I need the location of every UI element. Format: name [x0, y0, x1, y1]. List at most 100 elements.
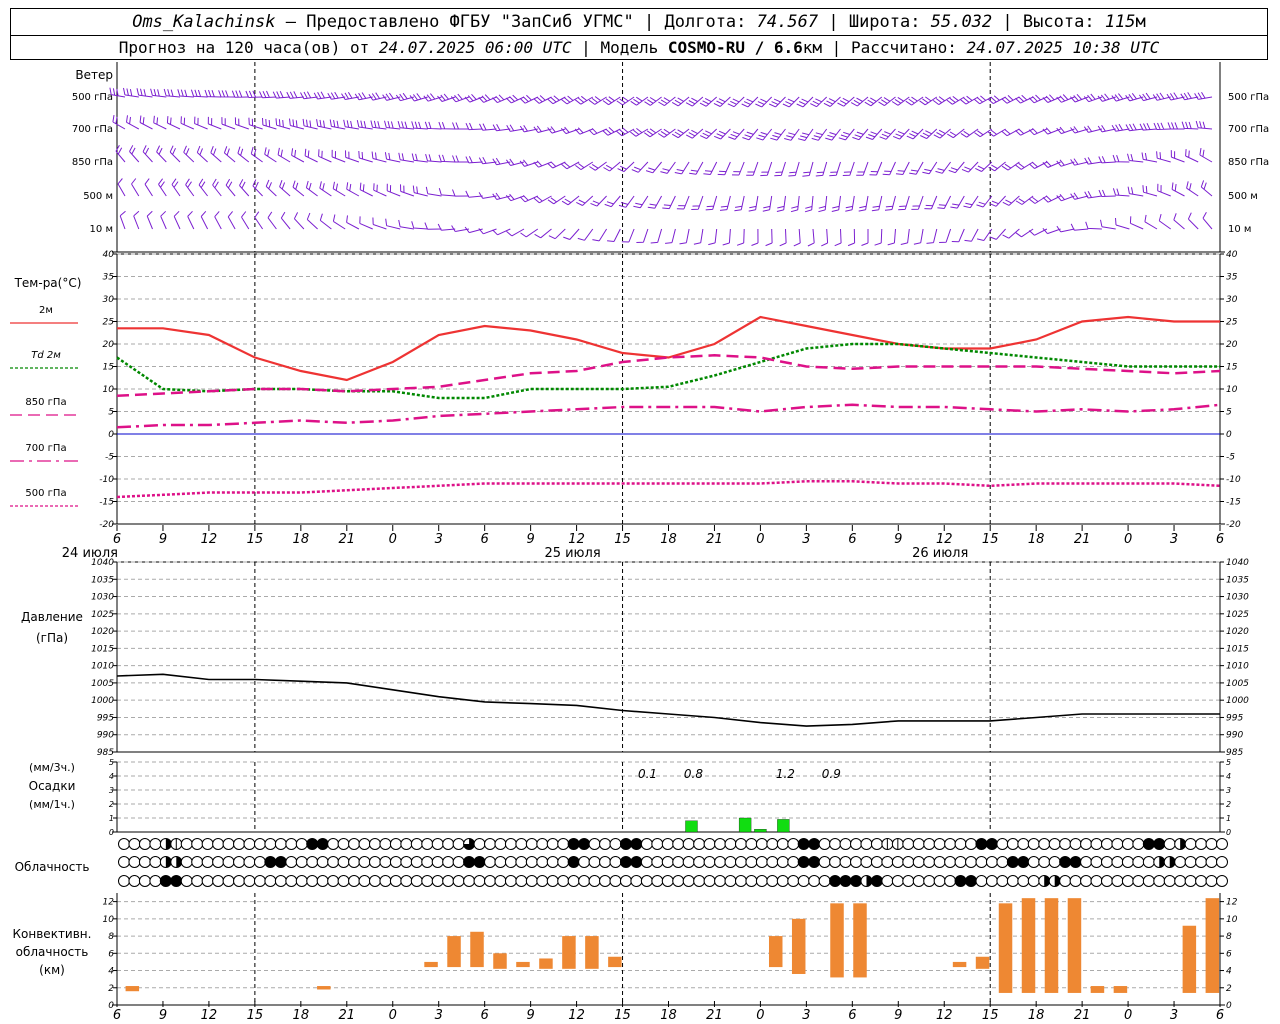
- wind-barb: [689, 161, 704, 175]
- cloud-symbol-fill: [808, 856, 820, 868]
- y-tick-label: 4: [1226, 772, 1231, 781]
- y-tick-label: 20: [103, 340, 115, 350]
- cloud-symbol: [400, 856, 413, 868]
- wind-barb: [731, 161, 745, 176]
- cloud-symbol: [902, 875, 915, 887]
- y-tick-label: 8: [108, 932, 114, 942]
- x-tick-label: 3: [802, 532, 810, 547]
- cloud-symbol: [1017, 875, 1030, 887]
- wind-barb: [947, 128, 965, 139]
- cloud-symbol: [379, 856, 392, 868]
- cloud-symbol: [431, 838, 444, 850]
- x-tick-label: 9: [159, 532, 167, 547]
- wind-barb: [727, 96, 745, 108]
- wind-barb: [1167, 122, 1185, 130]
- cloud-symbol: [1216, 875, 1228, 887]
- x-tick-label: 9: [159, 1008, 167, 1023]
- y-tick-label: 25: [103, 318, 115, 328]
- wind-barb: [563, 228, 580, 240]
- convective-bar: [1021, 898, 1036, 993]
- cloud-symbol: [818, 838, 831, 850]
- wind-barb: [319, 181, 332, 197]
- cloud-symbol: [599, 838, 612, 850]
- cloud-symbol: [787, 875, 800, 887]
- cloud-symbol: [682, 838, 695, 850]
- wind-barb: [1195, 120, 1213, 130]
- wind-barb: [657, 128, 676, 138]
- cloud-symbol: [714, 838, 727, 850]
- wind-barb: [166, 116, 181, 130]
- cloud-symbol: [337, 838, 350, 850]
- wind-barb: [398, 152, 414, 163]
- wind-barb: [662, 195, 676, 210]
- wind-barb: [976, 195, 993, 208]
- wind-barb: [1200, 180, 1213, 197]
- wind-barb: [1042, 227, 1061, 235]
- wind-barb: [603, 161, 621, 172]
- cloud-symbol: [442, 875, 455, 887]
- cloud-symbol: [546, 875, 559, 887]
- wind-barb: [346, 182, 360, 197]
- cloud-symbol: [212, 875, 225, 887]
- wind-barb: [989, 195, 1006, 207]
- wind-barb: [254, 211, 264, 230]
- wind-barb: [658, 96, 676, 107]
- cloud-symbol: [515, 838, 528, 850]
- wind-barb: [837, 96, 855, 107]
- wind-barb: [895, 161, 910, 175]
- cloud-symbol: [1142, 856, 1155, 868]
- cloud-symbol: [860, 838, 873, 850]
- wind-barb: [852, 128, 869, 141]
- wind-barb: [331, 149, 346, 163]
- cloud-symbol: [149, 875, 162, 887]
- cloud-symbol: [682, 856, 695, 868]
- wind-barb: [823, 96, 841, 107]
- cloud-symbol: [588, 856, 601, 868]
- wind-barb: [797, 128, 814, 141]
- wind-level-label: 500 гПа: [72, 92, 113, 103]
- y-tick-label: 15: [103, 363, 115, 373]
- cloud-symbol: [473, 875, 486, 887]
- cloud-symbol: [755, 856, 768, 868]
- wind-barb: [906, 128, 924, 140]
- cloud-symbol: [379, 838, 392, 850]
- x-tick-label: 18: [660, 532, 677, 547]
- cloud-symbol: [944, 875, 957, 887]
- cloud-symbol: [452, 856, 465, 868]
- wind-barb: [237, 146, 250, 163]
- wind-barb: [782, 96, 800, 108]
- wind-barb: [650, 228, 663, 244]
- wind-barb: [871, 195, 883, 212]
- wind-barb: [788, 161, 800, 177]
- wind-barb: [856, 161, 869, 176]
- wind-barb: [882, 161, 896, 176]
- wind-barb: [1199, 148, 1213, 163]
- convective-bar: [768, 936, 783, 968]
- y-tick-label: 5: [1226, 408, 1232, 418]
- wind-barb: [370, 120, 387, 130]
- wind-barb: [964, 228, 979, 242]
- y-tick-label: 30: [103, 295, 115, 305]
- cloud-symbol: [1006, 838, 1019, 850]
- cloud-symbol: [661, 838, 674, 850]
- wind-barb: [279, 180, 291, 197]
- precip-total-label: 0.9: [822, 767, 841, 781]
- wind-barb: [865, 128, 883, 140]
- y-tick-label: 40: [103, 250, 115, 260]
- cloud-symbol: [525, 856, 538, 868]
- cloud-symbol: [745, 838, 758, 850]
- y-tick-label: 985: [1226, 748, 1243, 758]
- cloud-symbol-fill: [568, 838, 580, 850]
- wind-barb: [989, 228, 1006, 240]
- wind-level-label: 500 гПа: [1228, 92, 1269, 103]
- cloud-symbol-fill: [578, 838, 590, 850]
- cloud-symbol: [463, 875, 476, 887]
- x-tick-label: 6: [1216, 1008, 1224, 1023]
- cloud-symbol: [180, 875, 193, 887]
- cloud-symbol-fill: [160, 875, 172, 887]
- wind-barb: [520, 228, 539, 238]
- wind-barb: [198, 178, 208, 197]
- wind-barb: [779, 228, 787, 247]
- convective-axis-title: облачность: [16, 945, 89, 959]
- cloud-symbol: [358, 875, 371, 887]
